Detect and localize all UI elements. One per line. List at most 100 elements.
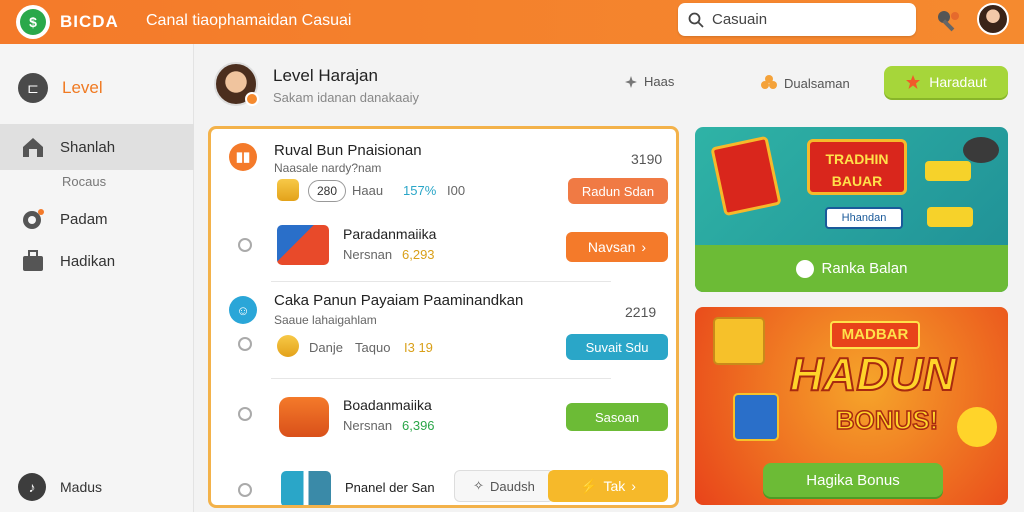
task-value: I3 19 [404, 340, 433, 355]
task-secondary-button[interactable]: ✧ Daudsh [454, 470, 554, 502]
row-divider [271, 281, 611, 282]
task-action-label: Navsan [587, 239, 636, 255]
coin-stack-icon [957, 407, 997, 447]
sidebar-item-label: Madus [60, 479, 103, 495]
wrench-icon[interactable] [935, 8, 961, 34]
task-meta: Haau [352, 183, 384, 198]
header-link-label: Dualsaman [784, 75, 850, 91]
task-category-icon: ▮▮ [229, 143, 257, 171]
bag-icon [23, 250, 43, 271]
sidebar-sub-label[interactable]: Rocaus [62, 174, 106, 189]
badge-icon [963, 137, 999, 163]
top-description: Canal tiaophamaidan Casuai [146, 12, 352, 29]
task-extra: I00 [447, 183, 466, 198]
task-value: 6,396 [402, 418, 435, 433]
task-subtitle: Nersnan [343, 418, 393, 433]
box-illustration [713, 317, 765, 365]
task-value: 6,293 [402, 247, 435, 262]
card-action-button[interactable]: Ranka Balan [695, 245, 1008, 292]
profile-name: Level Harajan [273, 66, 378, 85]
top-bar: $ BICDA Canal tiaophamaidan Casuai [0, 0, 1024, 44]
header-link-label: Haas [644, 74, 675, 89]
task-subtitle: Nersnan [343, 247, 393, 262]
sidebar-item-shanlah[interactable]: Shanlah [0, 124, 194, 170]
task-illustration [281, 471, 331, 505]
task-title: Boadanmaiika [343, 397, 432, 413]
search-icon [688, 12, 704, 28]
task-subtitle: Naasale nardy?nam [274, 161, 382, 175]
raffle-banner: TRADHIN BAUAR [807, 139, 907, 195]
lightning-icon: ⚡ [580, 477, 598, 494]
task-meta: Danje [309, 340, 343, 355]
task-title: Paradanmaiika [343, 226, 437, 242]
task-radio[interactable] [238, 407, 252, 421]
row-divider [271, 378, 611, 379]
claim-button[interactable]: Haradaut [884, 66, 1008, 98]
header-link-haas[interactable]: Haas [624, 74, 674, 89]
bonus-banner-sub: BONUS! [835, 404, 939, 436]
task-action-button[interactable]: Sasoan [566, 403, 668, 431]
task-number: 3190 [631, 151, 663, 167]
bonus-banner-top: MADBAR [830, 321, 920, 349]
sidebar-item-label: Shanlah [60, 138, 116, 156]
gift-icon [23, 209, 44, 229]
claim-button-label: Haradaut [929, 74, 987, 90]
task-title: Ruval Bun Pnaisionan [274, 142, 422, 159]
app-logo[interactable]: $ [16, 5, 50, 39]
raffle-tag: Hhandan [825, 207, 903, 229]
search-input[interactable] [712, 11, 902, 28]
promo-card-bonus[interactable]: MADBAR HADUN BONUS! Hagika Bonus [695, 307, 1008, 505]
task-number: 2219 [625, 304, 657, 320]
sidebar-item-label: Padam [60, 210, 108, 228]
task-radio[interactable] [238, 483, 252, 497]
sparkle-icon [625, 75, 637, 88]
ticket-icon [927, 207, 973, 227]
search-box[interactable] [678, 3, 916, 36]
flower-icon [761, 75, 777, 89]
task-title: Caka Panun Payaiam Paaminandkan [274, 292, 524, 309]
task-radio[interactable] [238, 238, 252, 252]
chevron-right-icon: › [631, 478, 636, 494]
sidebar-item-label: Hadikan [60, 252, 116, 270]
task-action-label: Tak [603, 478, 626, 494]
sidebar-item-hadikan[interactable]: Hadikan [0, 246, 194, 276]
task-action-button[interactable]: Suvait Sdu [566, 334, 668, 360]
profile-level-badge [245, 92, 259, 106]
sidebar-item-level[interactable]: ⊏ Level [0, 70, 194, 106]
user-avatar[interactable] [977, 3, 1009, 35]
task-action-button[interactable]: Radun Sdan [568, 178, 668, 204]
level-icon: ⊏ [18, 73, 48, 103]
task-title: Pnanel der San [345, 480, 435, 495]
logo-mark: $ [20, 9, 46, 35]
task-panel: ▮▮ Ruval Bun Pnaisionan Naasale nardy?na… [208, 126, 679, 508]
task-radio[interactable] [238, 337, 252, 351]
home-icon [23, 138, 43, 157]
header-link-dualsaman[interactable]: Dualsaman [760, 74, 850, 92]
chevron-right-icon: › [641, 239, 647, 255]
bonus-banner-main: HADUN [789, 347, 957, 401]
task-secondary-label: Daudsh [490, 478, 535, 494]
promo-card-raffle[interactable]: TRADHIN BAUAR Hhandan Ranka Balan [695, 127, 1008, 292]
card-action-button[interactable]: Hagika Bonus [763, 463, 943, 497]
profile-subtitle: Sakam idanan danakaaiy [273, 90, 419, 105]
task-percent: 157% [403, 183, 437, 198]
sparkle-icon: ✧ [473, 478, 485, 493]
chevron-icon [795, 259, 814, 278]
brand-name: BICDA [60, 12, 119, 31]
sidebar-item-madus[interactable]: ♪ Madus [0, 472, 194, 502]
task-category-icon: ☺ [229, 296, 257, 324]
task-pill[interactable]: 280 [308, 180, 346, 202]
card-illustration [733, 393, 779, 441]
chest-illustration [710, 135, 782, 217]
sidebar-item-padam[interactable]: Padam [0, 204, 194, 234]
coin-icon [277, 179, 299, 201]
task-illustration [277, 225, 329, 265]
task-action-button[interactable]: Navsan › [566, 232, 668, 262]
task-action-button[interactable]: ⚡ Tak › [548, 470, 668, 502]
card-action-label: Ranka Balan [821, 260, 908, 277]
coin-icon [277, 335, 299, 357]
task-meta: Taquo [355, 340, 391, 355]
sidebar-item-label: Level [62, 78, 103, 97]
ticket-icon [925, 161, 971, 181]
sidebar: ⊏ Level Shanlah Rocaus Padam Hadikan ♪ M… [0, 44, 194, 512]
